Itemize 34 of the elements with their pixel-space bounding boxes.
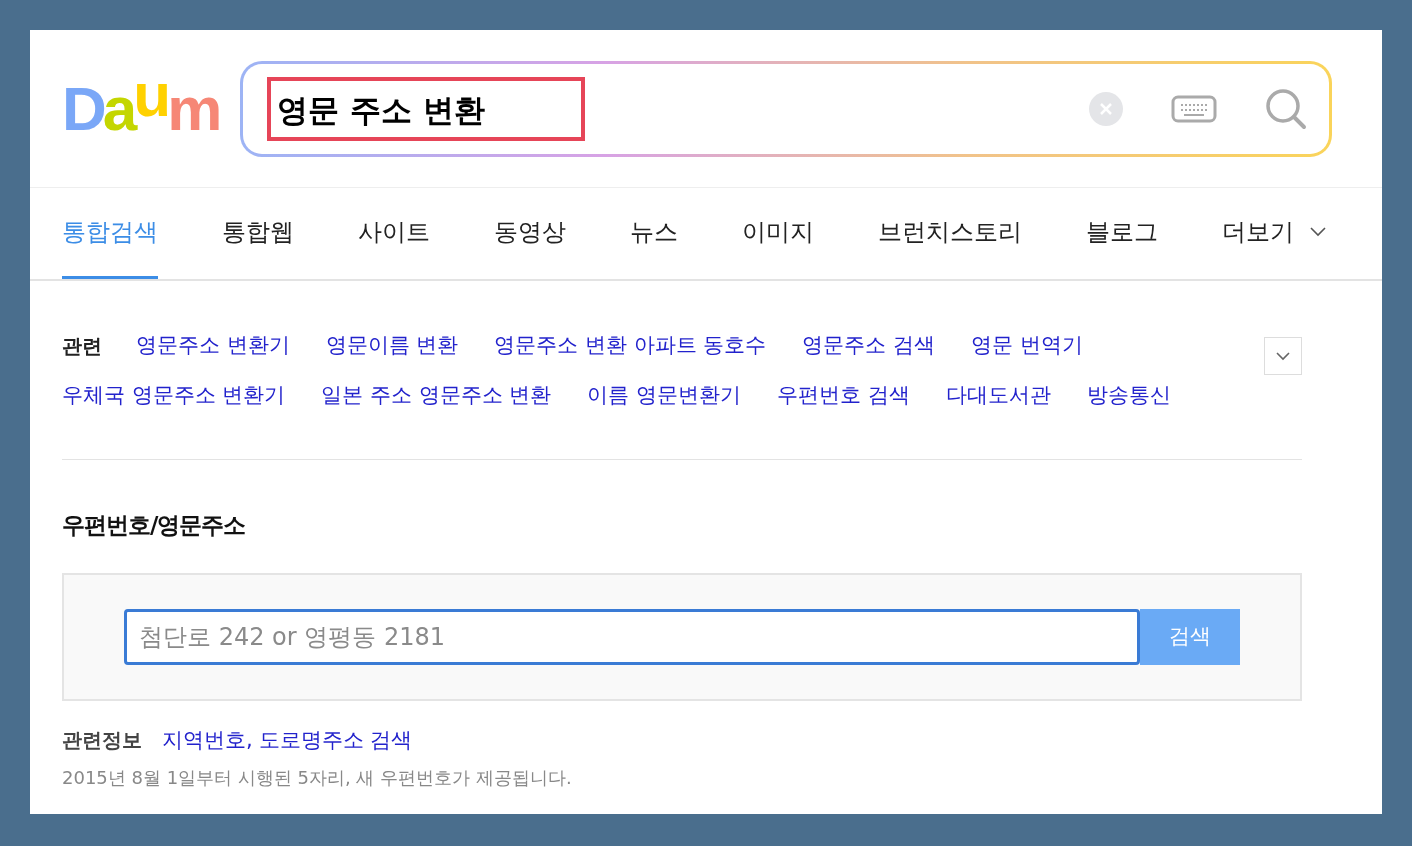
- address-input-field[interactable]: 첨단로 242 or 영평동 2181: [124, 608, 1140, 665]
- related-search-link[interactable]: 방송통신: [1086, 380, 1171, 412]
- search-field[interactable]: 영문 주소 변환: [240, 60, 1332, 157]
- nav-tab[interactable]: 사이트: [358, 188, 430, 279]
- related-search-link[interactable]: 영문주소 변환 아파트 동호수: [494, 330, 767, 362]
- related-search-link[interactable]: 우체국 영문주소 변환기: [62, 380, 286, 412]
- nav-tab[interactable]: 이미지: [742, 188, 814, 279]
- info-note: 2015년 8월 1일부터 시행된 5자리, 새 우편번호가 제공됩니다.: [62, 766, 573, 790]
- keyboard-icon[interactable]: [1171, 94, 1217, 123]
- related-search-link[interactable]: 영문 번역기: [971, 330, 1083, 362]
- expand-button[interactable]: [1264, 337, 1302, 375]
- search-query: 영문 주소 변환: [267, 76, 585, 141]
- related-info-link[interactable]: 도로명주소 검색: [258, 724, 413, 756]
- related-search-link[interactable]: 우편번호 검색: [777, 380, 910, 412]
- search-icon[interactable]: [1265, 87, 1307, 130]
- nav-tab[interactable]: 통합웹: [222, 188, 294, 279]
- nav-tab[interactable]: 브런치스토리: [878, 188, 1022, 279]
- nav-tab[interactable]: 뉴스: [630, 188, 678, 279]
- section-title: 우편번호/영문주소: [62, 511, 247, 540]
- related-info-link[interactable]: 지역번호,: [162, 724, 253, 756]
- nav-tab[interactable]: 블로그: [1086, 188, 1158, 279]
- chevron-down-icon: [1276, 351, 1290, 361]
- chevron-down-icon: [1310, 227, 1326, 237]
- nav-tab[interactable]: 더보기: [1222, 188, 1326, 279]
- related-search-link[interactable]: 영문이름 변환: [325, 330, 459, 362]
- related-search-link[interactable]: 이름 영문변환기: [587, 380, 742, 412]
- clear-icon[interactable]: [1089, 91, 1123, 126]
- related-search-link[interactable]: 영문주소 변환기: [136, 330, 290, 362]
- related-info-label: 관련정보: [62, 727, 142, 755]
- related-search-link[interactable]: 영문주소 검색: [802, 330, 936, 362]
- related-search-link[interactable]: 일본 주소 영문주소 변환: [321, 380, 552, 412]
- nav-tab[interactable]: 동영상: [494, 188, 566, 279]
- related-search-link[interactable]: 다대도서관: [945, 380, 1051, 412]
- related-label: 관련: [62, 333, 103, 360]
